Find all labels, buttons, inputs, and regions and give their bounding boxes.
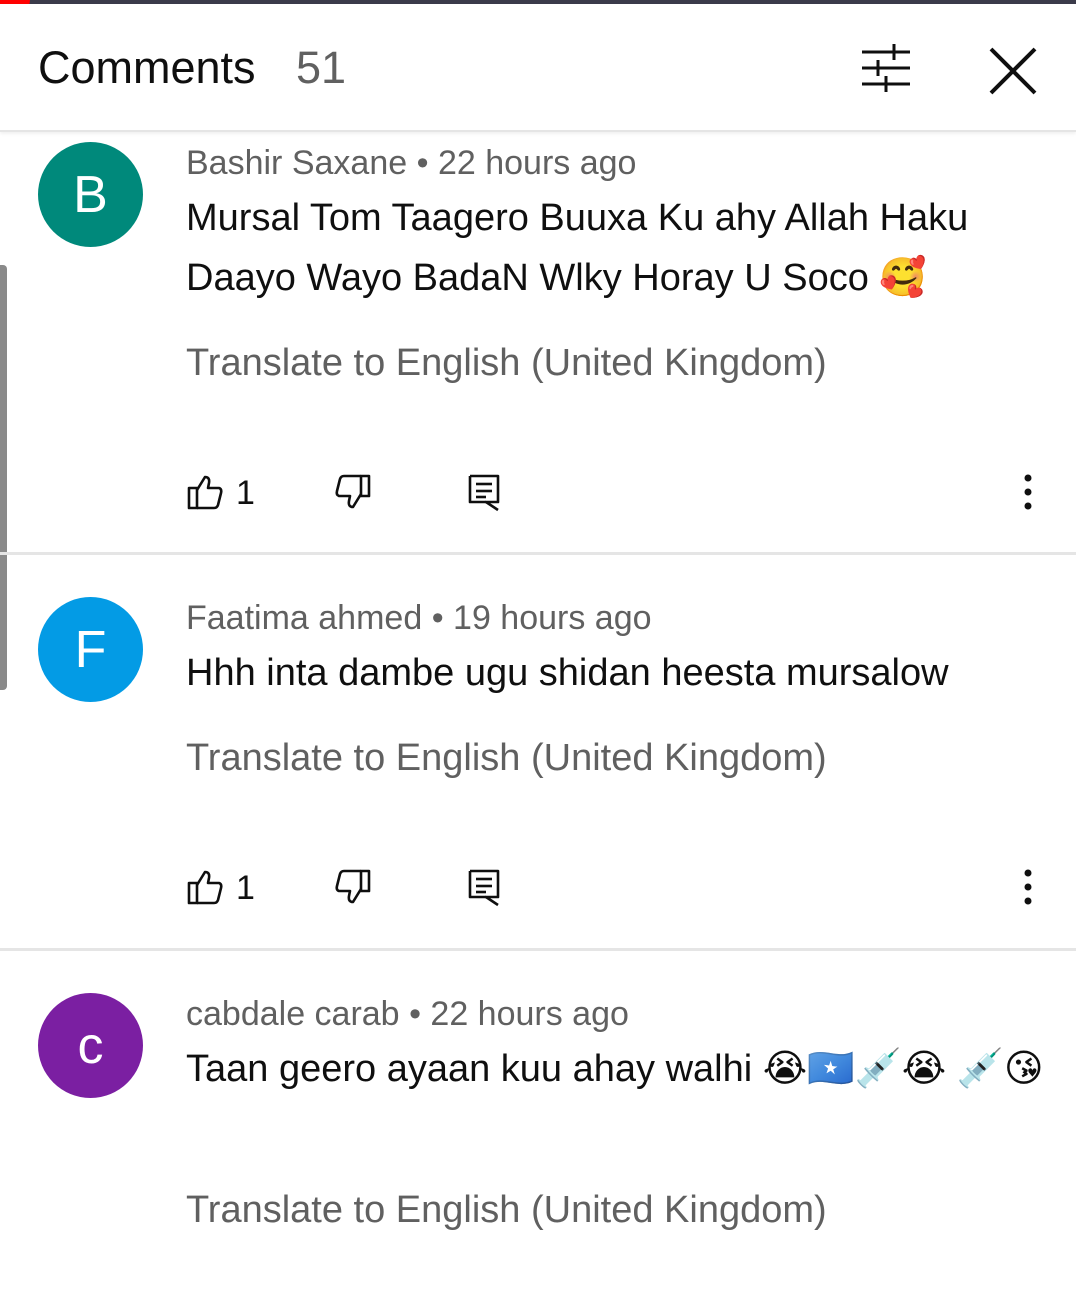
author-name[interactable]: cabdale carab — [186, 995, 400, 1033]
comment-text: Taan geero ayaan kuu ahay walhi 😭🇸🇴💉😭 💉😘 — [186, 1048, 1044, 1090]
author-name[interactable]: Faatima ahmed — [186, 599, 422, 637]
comment-item: c cabdale carab • 22 hours ago Taan geer… — [0, 983, 1076, 1297]
reply-button[interactable] — [466, 867, 502, 907]
more-options-button[interactable] — [1014, 867, 1042, 907]
avatar[interactable]: c — [38, 993, 143, 1098]
translate-link[interactable]: Translate to English (United Kingdom) — [186, 342, 827, 385]
translate-link[interactable]: Translate to English (United Kingdom) — [186, 737, 827, 780]
more-options-button[interactable] — [1014, 472, 1042, 512]
like-button[interactable] — [186, 867, 224, 907]
reply-icon — [468, 474, 500, 512]
comment-meta: Bashir Saxane • 22 hours ago — [186, 144, 636, 183]
comment-item: F Faatima ahmed • 19 hours ago Hhh inta … — [0, 587, 1076, 947]
thumbs-down-icon — [335, 474, 371, 509]
more-vertical-icon — [1024, 474, 1032, 510]
avatar[interactable]: B — [38, 142, 143, 247]
thumbs-up-icon — [187, 475, 223, 510]
translate-link[interactable]: Translate to English (United Kingdom) — [186, 1189, 827, 1232]
close-icon — [989, 47, 1037, 95]
thumbs-up-icon — [187, 870, 223, 905]
sort-filter-icon — [862, 44, 910, 92]
like-count: 1 — [236, 869, 255, 907]
timestamp: 22 hours ago — [430, 995, 629, 1033]
comment-count: 51 — [296, 42, 347, 93]
meta-separator: • — [416, 144, 429, 182]
close-button[interactable] — [986, 44, 1040, 98]
comment-actions: 1 — [0, 472, 1076, 522]
meta-separator: • — [431, 599, 444, 637]
comment-item: B Bashir Saxane • 22 hours ago Mursal To… — [0, 132, 1076, 552]
page-title: Comments — [38, 42, 256, 93]
reply-button[interactable] — [466, 472, 502, 512]
comment-meta: Faatima ahmed • 19 hours ago — [186, 599, 652, 638]
divider — [0, 948, 1076, 951]
comment-text: Mursal Tom Taagero Buuxa Ku ahy Allah Ha… — [186, 197, 969, 299]
comment-meta: cabdale carab • 22 hours ago — [186, 995, 629, 1034]
timestamp: 22 hours ago — [437, 144, 637, 182]
like-count: 1 — [236, 474, 255, 512]
dislike-button[interactable] — [334, 472, 372, 512]
comments-header: Comments 51 — [0, 4, 1076, 132]
comment-actions: 1 — [0, 867, 1076, 917]
avatar[interactable]: F — [38, 597, 143, 702]
thumbs-down-icon — [335, 869, 371, 904]
like-button[interactable] — [186, 472, 224, 512]
reply-icon — [468, 869, 500, 907]
comment-text: Hhh inta dambe ugu shidan heesta mursalo… — [186, 652, 949, 694]
more-vertical-icon — [1024, 869, 1032, 905]
divider — [0, 552, 1076, 555]
author-name[interactable]: Bashir Saxane — [186, 144, 407, 182]
timestamp: 19 hours ago — [453, 599, 652, 637]
dislike-button[interactable] — [334, 867, 372, 907]
sort-filter-button[interactable] — [856, 40, 916, 96]
meta-separator: • — [409, 995, 421, 1033]
